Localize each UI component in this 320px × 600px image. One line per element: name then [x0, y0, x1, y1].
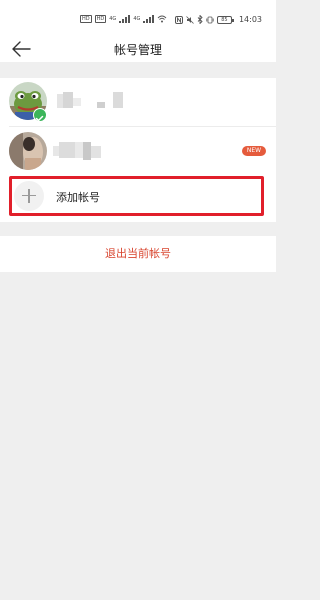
account-name-redacted: [57, 92, 127, 110]
new-badge: NEW: [242, 146, 266, 156]
sim1-hd-label: HD: [80, 15, 92, 23]
status-bar: HD HD 4G 4G 85 14:03: [0, 0, 276, 36]
add-account-button[interactable]: 添加帐号: [9, 176, 264, 216]
page-title: 帐号管理: [113, 43, 162, 57]
network2-label: 4G: [133, 16, 141, 22]
battery-icon: 85: [216, 15, 234, 24]
bluetooth-icon: [197, 15, 203, 24]
account-row-2[interactable]: NEW: [0, 128, 276, 176]
vibrate-icon: [206, 16, 214, 23]
mute-icon: [186, 15, 194, 24]
account-row-1[interactable]: [0, 78, 276, 126]
active-check-icon: [33, 108, 47, 122]
nfc-icon: [174, 15, 183, 24]
signal-icon-2: [143, 15, 155, 23]
account-name-redacted: [53, 142, 105, 160]
photo-avatar: [9, 132, 47, 170]
wifi-icon: [158, 15, 167, 23]
header-bar: 帐号管理: [0, 36, 276, 62]
status-time: 14:03: [238, 15, 262, 24]
status-left-group: HD HD 4G 4G: [80, 15, 167, 23]
logout-button[interactable]: 退出当前帐号: [0, 236, 276, 272]
status-right-group: 85 14:03: [174, 15, 262, 24]
sim2-hd-label: HD: [94, 15, 107, 23]
plus-icon: [14, 181, 44, 211]
network1-label: 4G: [109, 16, 117, 22]
signal-icon: [119, 15, 131, 23]
row-divider: [9, 126, 276, 127]
add-account-label: 添加帐号: [56, 191, 100, 204]
